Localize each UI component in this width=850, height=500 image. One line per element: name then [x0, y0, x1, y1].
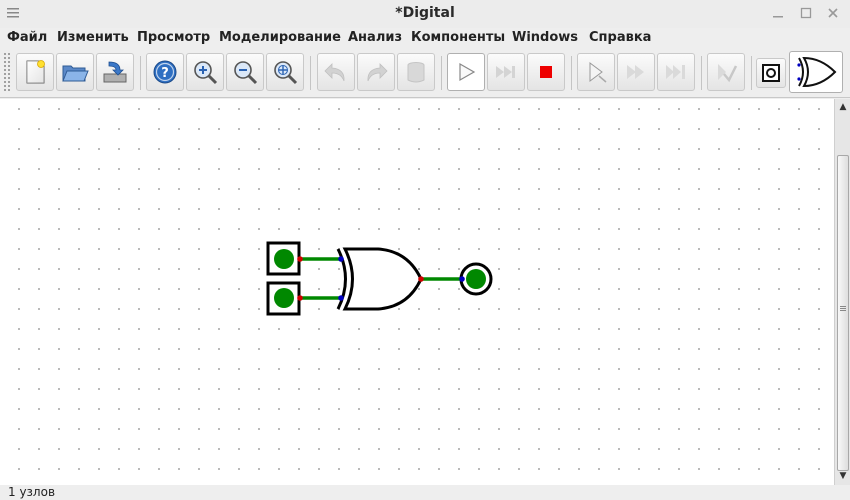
- toolbar-separator: [310, 56, 311, 90]
- xor-gate-icon: [797, 56, 837, 88]
- menu-edit[interactable]: Изменить: [57, 30, 129, 45]
- zoom-fit-icon: [274, 61, 298, 85]
- toolbar: ?: [0, 48, 850, 98]
- window-title: *Digital: [395, 5, 455, 21]
- zoom-in-button[interactable]: [186, 53, 224, 91]
- delete-button[interactable]: [397, 53, 435, 91]
- run-button[interactable]: [447, 53, 485, 91]
- output-led[interactable]: [459, 262, 493, 296]
- minimize-icon[interactable]: [770, 5, 786, 21]
- menu-bar: Файл Изменить Просмотр Моделирование Ана…: [0, 28, 850, 48]
- open-folder-icon: [62, 65, 89, 82]
- step-double-button[interactable]: [617, 53, 655, 91]
- circuit-canvas[interactable]: [0, 99, 834, 485]
- maximize-icon[interactable]: [798, 5, 814, 21]
- menu-components[interactable]: Компоненты: [411, 30, 505, 45]
- zoom-out-icon: [234, 61, 258, 85]
- step-double-icon: [627, 65, 644, 79]
- step-icon: [589, 62, 607, 83]
- scroll-thumb-grip: [840, 306, 846, 312]
- redo-icon: [367, 63, 388, 82]
- zoom-out-button[interactable]: [226, 53, 264, 91]
- input-pin-b[interactable]: [266, 281, 303, 316]
- fast-forward-icon: [496, 66, 515, 78]
- run-icon: [459, 62, 476, 82]
- analyze-icon: [718, 64, 738, 83]
- help-button[interactable]: ?: [146, 53, 184, 91]
- analyze-button[interactable]: [707, 53, 745, 91]
- circuit-drawing: [266, 241, 493, 316]
- step-triple-button[interactable]: [657, 53, 695, 91]
- menu-file[interactable]: Файл: [7, 30, 47, 45]
- app-window: *Digital Файл Изменить Просмотр Моделиро…: [0, 0, 850, 500]
- close-icon[interactable]: [825, 5, 841, 21]
- stop-icon: [540, 66, 552, 78]
- save-icon: [103, 61, 127, 83]
- scroll-down-icon[interactable]: ▼: [836, 469, 850, 483]
- save-button[interactable]: [96, 53, 134, 91]
- xor-gate[interactable]: [336, 247, 424, 311]
- menu-view[interactable]: Просмотр: [137, 30, 210, 45]
- step-triple-icon: [666, 65, 685, 79]
- fast-run-button[interactable]: [487, 53, 525, 91]
- scroll-up-icon[interactable]: ▲: [836, 100, 850, 114]
- toolbar-separator: [140, 56, 141, 90]
- toolbar-separator: [571, 56, 572, 90]
- toolbar-separator: [751, 56, 752, 90]
- help-icon: ?: [153, 60, 177, 84]
- status-text: 1 узлов: [8, 485, 56, 499]
- svg-text:?: ?: [161, 66, 169, 81]
- status-bar: 1 узлов: [0, 485, 850, 500]
- toolbar-separator: [441, 56, 442, 90]
- menu-help[interactable]: Справка: [589, 30, 651, 45]
- input-pin-a[interactable]: [266, 241, 303, 276]
- new-button[interactable]: [16, 53, 54, 91]
- stop-button[interactable]: [527, 53, 565, 91]
- output-component-button[interactable]: [756, 58, 786, 88]
- vertical-scrollbar[interactable]: ▲ ▼: [834, 99, 850, 485]
- undo-icon: [324, 63, 345, 82]
- zoom-fit-button[interactable]: [266, 53, 304, 91]
- open-button[interactable]: [56, 53, 94, 91]
- zoom-in-icon: [194, 61, 218, 85]
- toolbar-grip[interactable]: [3, 52, 11, 92]
- new-file-icon: [26, 60, 45, 84]
- scroll-thumb[interactable]: [837, 155, 849, 471]
- undo-button[interactable]: [317, 53, 355, 91]
- menu-windows[interactable]: Windows: [512, 30, 578, 45]
- xor-gate-button[interactable]: [789, 51, 843, 93]
- toolbar-separator: [701, 56, 702, 90]
- delete-icon: [407, 62, 425, 83]
- menu-simulation[interactable]: Моделирование: [219, 30, 341, 45]
- output-component-icon: [762, 64, 780, 82]
- menu-analysis[interactable]: Анализ: [348, 30, 402, 45]
- title-bar: *Digital: [0, 0, 850, 28]
- redo-button[interactable]: [357, 53, 395, 91]
- step-button[interactable]: [577, 53, 615, 91]
